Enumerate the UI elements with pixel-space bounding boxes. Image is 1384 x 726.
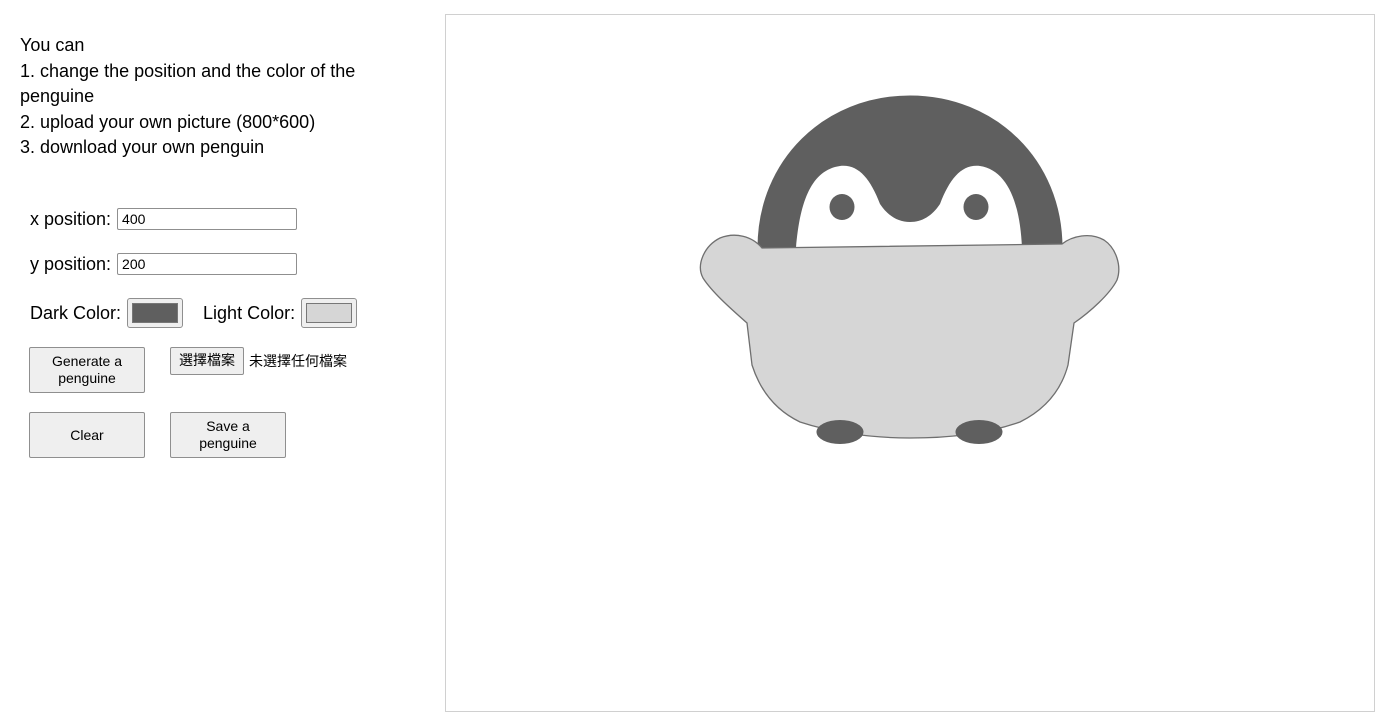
dark-color-picker[interactable] — [127, 298, 184, 328]
instructions-step-2: 2. upload your own picture (800*600) — [20, 111, 316, 132]
y-position-row: y position: — [30, 253, 298, 275]
instructions-step-3: 3. download your own penguin — [20, 137, 265, 157]
penguin-eye-left — [829, 194, 855, 220]
penguin-body — [699, 234, 1120, 439]
x-position-input[interactable] — [117, 208, 298, 230]
light-color-swatch — [306, 303, 353, 323]
penguin-eye-right — [963, 194, 989, 220]
dark-color-label: Dark Color: — [30, 302, 122, 323]
x-position-label: x position: — [30, 208, 112, 229]
choose-file-button[interactable]: 選擇檔案 — [170, 347, 244, 375]
dark-color-swatch — [132, 303, 179, 323]
instructions: You can 1. change the position and the c… — [20, 33, 420, 161]
penguin-foot-right — [955, 420, 1003, 444]
y-position-label: y position: — [30, 253, 112, 274]
save-penguine-button[interactable]: Save a penguine — [170, 412, 286, 458]
generate-penguine-button[interactable]: Generate a penguine — [29, 347, 145, 393]
light-color-picker[interactable] — [301, 298, 358, 328]
clear-button[interactable]: Clear — [29, 412, 145, 458]
instructions-intro: You can — [20, 35, 85, 55]
instructions-step-1: 1. change the position and the color of … — [20, 60, 356, 107]
light-color-label: Light Color: — [203, 302, 296, 323]
penguin-foot-left — [816, 420, 864, 444]
drawing-canvas[interactable] — [445, 14, 1375, 712]
color-row: Dark Color: Light Color: — [30, 298, 358, 328]
penguin-drawing — [699, 95, 1120, 444]
file-status-text: 未選擇任何檔案 — [249, 354, 347, 370]
file-upload: 選擇檔案 未選擇任何檔案 — [170, 347, 347, 375]
y-position-input[interactable] — [117, 253, 298, 275]
x-position-row: x position: — [30, 208, 298, 230]
